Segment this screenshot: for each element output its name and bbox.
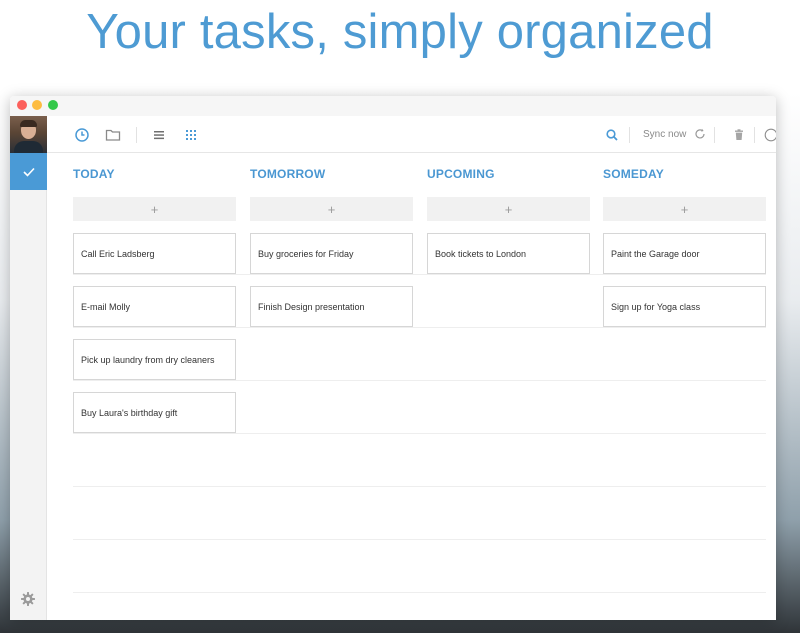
task-card[interactable]: Pick up laundry from dry cleaners xyxy=(73,339,236,380)
sync-now-button[interactable]: Sync now xyxy=(643,129,686,140)
task-card[interactable]: Call Eric Ladsberg xyxy=(73,233,236,274)
add-task-button[interactable]: + xyxy=(603,197,766,221)
check-icon xyxy=(22,167,35,177)
task-card[interactable]: Finish Design presentation xyxy=(250,286,413,327)
task-card[interactable]: Sign up for Yoga class xyxy=(603,286,766,327)
list-view-icon[interactable] xyxy=(151,127,167,143)
task-card[interactable]: Buy groceries for Friday xyxy=(250,233,413,274)
title-bar xyxy=(10,96,776,116)
clock-icon[interactable] xyxy=(74,127,90,143)
circle-icon[interactable] xyxy=(763,127,776,143)
app-window: Sync now TODAY + Call Eric Ladsberg E-ma… xyxy=(10,96,776,620)
close-window-button[interactable] xyxy=(17,100,27,110)
search-icon[interactable] xyxy=(604,127,620,143)
task-board: TODAY + Call Eric Ladsberg E-mail Molly … xyxy=(47,153,776,620)
grid-view-icon[interactable] xyxy=(183,127,199,143)
column-title: UPCOMING xyxy=(427,167,495,181)
add-task-button[interactable]: + xyxy=(250,197,413,221)
avatar[interactable] xyxy=(10,116,47,153)
add-task-button[interactable]: + xyxy=(427,197,590,221)
sidebar-item-tasks[interactable] xyxy=(10,153,47,190)
task-card[interactable]: Paint the Garage door xyxy=(603,233,766,274)
sidebar xyxy=(10,116,47,620)
minimize-window-button[interactable] xyxy=(32,100,42,110)
column-title: TODAY xyxy=(73,167,115,181)
marketing-headline: Your tasks, simply organized xyxy=(86,5,714,59)
trash-icon[interactable] xyxy=(731,127,747,143)
task-card[interactable]: Book tickets to London xyxy=(427,233,590,274)
toolbar: Sync now xyxy=(47,116,776,153)
sync-icon[interactable] xyxy=(694,128,706,140)
task-card[interactable]: E-mail Molly xyxy=(73,286,236,327)
column-title: SOMEDAY xyxy=(603,167,664,181)
add-task-button[interactable]: + xyxy=(73,197,236,221)
column-title: TOMORROW xyxy=(250,167,326,181)
folder-icon[interactable] xyxy=(105,127,121,143)
zoom-window-button[interactable] xyxy=(48,100,58,110)
gear-icon[interactable] xyxy=(21,592,35,606)
task-card[interactable]: Buy Laura's birthday gift xyxy=(73,392,236,433)
